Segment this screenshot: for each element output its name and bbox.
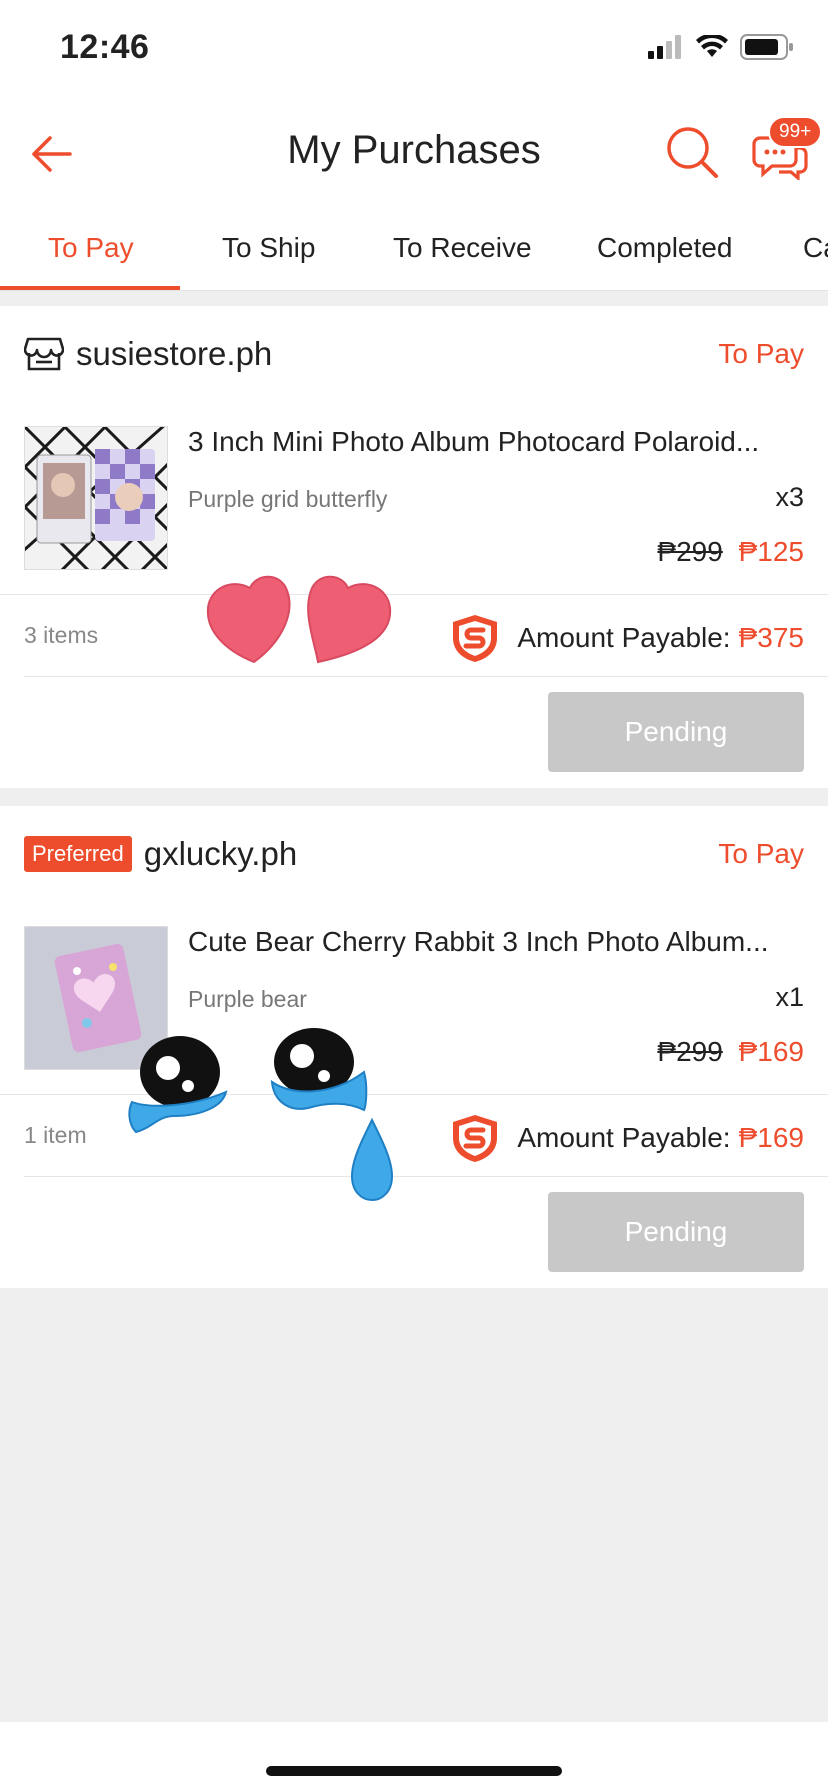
- tab-to-receive[interactable]: To Receive: [393, 232, 532, 264]
- items-count: 1 item: [24, 1122, 87, 1148]
- chat-badge: 99+: [768, 116, 823, 148]
- order-tabs: To Pay To Ship To Receive Completed Ca: [0, 206, 828, 291]
- divider: [0, 1094, 828, 1095]
- wifi-icon: [696, 35, 728, 57]
- divider: [0, 594, 828, 595]
- divider: [24, 1176, 828, 1177]
- home-bar: [0, 1722, 828, 1792]
- active-tab-indicator: [0, 286, 180, 290]
- amount-value: ₱375: [738, 622, 804, 653]
- product-variant: Purple bear: [188, 986, 307, 1012]
- product-quantity: x3: [775, 482, 804, 512]
- search-icon[interactable]: [664, 124, 722, 182]
- price-row: ₱299 ₱169: [657, 1036, 804, 1068]
- tab-cancelled[interactable]: Ca: [803, 232, 828, 264]
- status-icons: [648, 34, 794, 60]
- order-card[interactable]: Preferred gxlucky.ph To Pay Cute Bear Ch…: [0, 806, 828, 1288]
- tab-to-pay[interactable]: To Pay: [48, 232, 134, 264]
- pending-button[interactable]: Pending: [548, 1192, 804, 1272]
- product-quantity: x1: [775, 982, 804, 1012]
- amount-label: Amount Payable:: [517, 622, 731, 653]
- pending-button[interactable]: Pending: [548, 692, 804, 772]
- shop-header[interactable]: Preferred gxlucky.ph To Pay: [24, 830, 804, 878]
- hearts-sticker: [206, 575, 392, 664]
- order-status: To Pay: [718, 338, 804, 369]
- shop-name[interactable]: susiestore.ph: [76, 335, 272, 373]
- amount-payable: Amount Payable: ₱169: [449, 1112, 804, 1164]
- amount-payable: Amount Payable: ₱375: [449, 612, 804, 664]
- home-indicator[interactable]: [266, 1766, 562, 1776]
- sale-price: ₱125: [738, 536, 804, 567]
- tab-to-ship[interactable]: To Ship: [222, 232, 315, 264]
- product-name[interactable]: 3 Inch Mini Photo Album Photocard Polaro…: [188, 426, 778, 458]
- items-count: 3 items: [24, 622, 99, 648]
- preferred-badge: Preferred: [24, 836, 132, 872]
- amount-value: ₱169: [738, 1122, 804, 1153]
- product-image[interactable]: [24, 426, 168, 570]
- tab-completed[interactable]: Completed: [597, 232, 732, 264]
- signal-icon: [648, 35, 681, 59]
- divider: [24, 676, 828, 677]
- shop-name[interactable]: gxlucky.ph: [144, 835, 297, 873]
- status-bar: 12:46: [0, 0, 828, 100]
- sale-price: ₱169: [738, 1036, 804, 1067]
- amount-label: Amount Payable:: [517, 1122, 731, 1153]
- status-time: 12:46: [60, 28, 150, 66]
- battery-icon: [740, 34, 793, 60]
- product-variant: Purple grid butterfly: [188, 486, 388, 512]
- price-row: ₱299 ₱125: [657, 536, 804, 568]
- shield-icon: [453, 1115, 498, 1162]
- order-status: To Pay: [718, 838, 804, 869]
- crying-eye-left-sticker: [128, 1036, 228, 1134]
- product-name[interactable]: Cute Bear Cherry Rabbit 3 Inch Photo Alb…: [188, 926, 778, 958]
- header: My Purchases 99+: [0, 100, 828, 206]
- crying-eye-right-sticker: [270, 1028, 394, 1202]
- original-price: ₱299: [657, 536, 723, 567]
- shop-header[interactable]: susiestore.ph To Pay: [24, 330, 804, 378]
- order-card[interactable]: susiestore.ph To Pay 3 Inch Mini Photo A…: [0, 306, 828, 788]
- shop-icon: [24, 337, 64, 371]
- shield-icon: [453, 615, 498, 662]
- original-price: ₱299: [657, 1036, 723, 1067]
